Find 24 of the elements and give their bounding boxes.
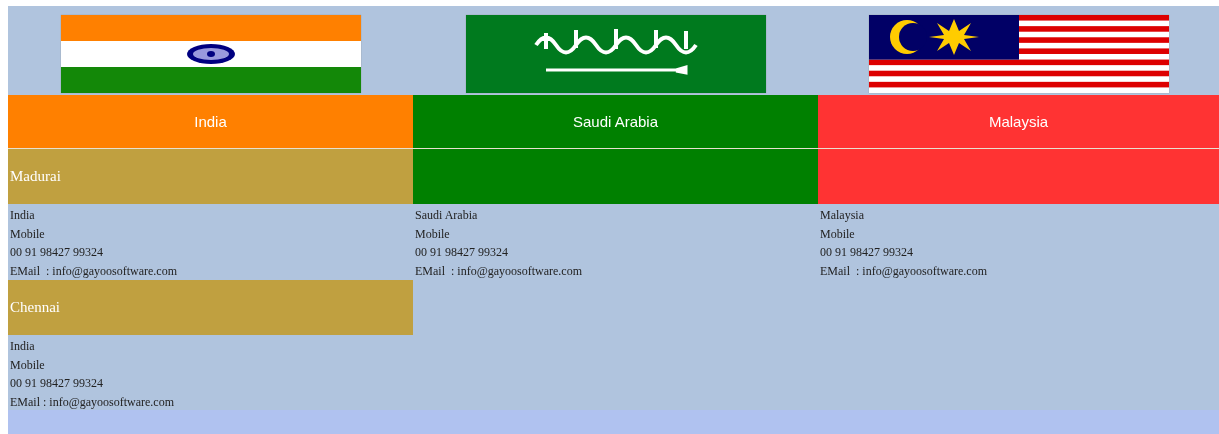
country-header: India <box>8 95 413 149</box>
contact-text: EMail : info@gayoosoftware.com <box>820 262 988 280</box>
contact-text: India <box>10 338 36 355</box>
city-header: Madurai <box>8 149 413 204</box>
contact-text: 00 91 98427 99324 <box>415 244 509 261</box>
contact-text: Saudi Arabia <box>415 207 479 224</box>
contact-text: India <box>10 207 36 224</box>
contact-text: Mobile <box>10 356 46 374</box>
flag-icon <box>60 15 361 93</box>
flag-icon <box>868 15 1169 93</box>
contact-text: Malaysia <box>820 207 865 224</box>
contact-text: EMail : info@gayoosoftware.com <box>415 262 583 280</box>
contact-text: Mobile <box>820 225 856 243</box>
contact-text: Mobile <box>10 225 46 243</box>
contact-text: 00 91 98427 99324 <box>10 375 104 392</box>
contact-text: EMail : info@gayoosoftware.com <box>10 393 175 411</box>
contact-text: EMail : info@gayoosoftware.com <box>10 262 178 280</box>
country-header: Saudi Arabia <box>413 95 818 149</box>
contact-text: 00 91 98427 99324 <box>10 244 104 261</box>
contact-text: Mobile <box>415 225 451 243</box>
country-header: Malaysia <box>818 95 1219 149</box>
contact-text: 00 91 98427 99324 <box>820 244 914 261</box>
flag-icon <box>465 15 766 93</box>
city-header: Chennai <box>8 280 413 335</box>
